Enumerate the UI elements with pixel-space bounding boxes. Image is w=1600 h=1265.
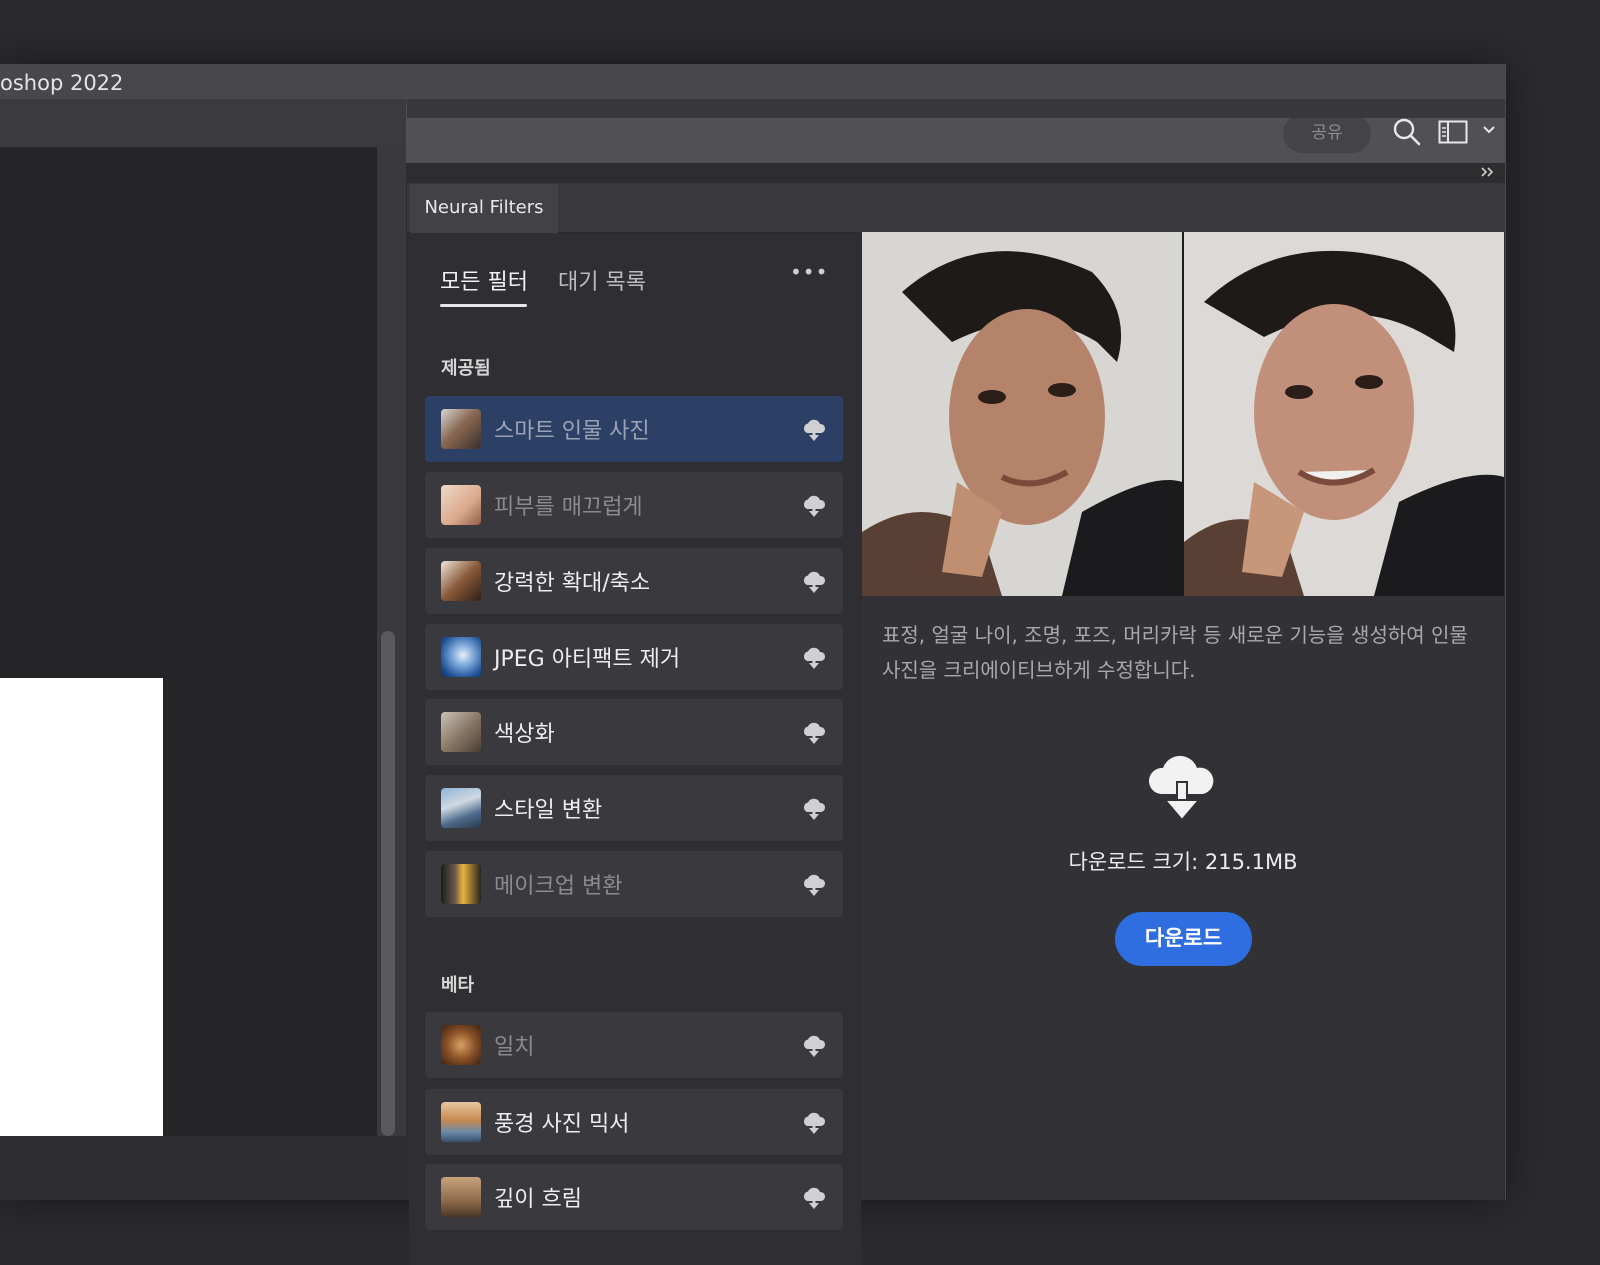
section-featured: 제공됨	[441, 358, 491, 379]
filter-item[interactable]: 스타일 변환	[425, 775, 843, 841]
more-options-icon[interactable]: •••	[790, 260, 828, 284]
landscape-thumb-icon	[441, 1102, 481, 1142]
filter-item[interactable]: JPEG 아티팩트 제거	[425, 624, 843, 690]
download-button[interactable]: 다운로드	[1115, 912, 1252, 966]
cloud-download-icon[interactable]	[801, 721, 827, 745]
filter-item[interactable]: 일치	[425, 1012, 843, 1078]
document-tab-bar	[0, 99, 406, 147]
jpeg-thumb-icon	[441, 637, 481, 677]
filter-label: 깊이 흐림	[494, 1187, 582, 1212]
cloud-download-icon[interactable]	[801, 1186, 827, 1210]
cloud-download-icon[interactable]	[801, 1034, 827, 1058]
filter-item[interactable]: 강력한 확대/축소	[425, 548, 843, 614]
portrait-after-image	[1184, 232, 1504, 596]
filter-item[interactable]: 스마트 인물 사진	[425, 396, 843, 462]
document-canvas[interactable]	[0, 678, 163, 1136]
filter-description: 표정, 얼굴 나이, 조명, 포즈, 머리카락 등 새로운 기능을 생성하여 인…	[882, 623, 1468, 682]
panel-tabstrip	[407, 183, 1505, 233]
filter-item[interactable]: 깊이 흐림	[425, 1164, 843, 1230]
workspace-layout-icon[interactable]	[1438, 120, 1468, 144]
before-preview-image	[862, 232, 1182, 596]
filter-item[interactable]: 색상화	[425, 699, 843, 765]
colorize-thumb-icon	[441, 712, 481, 752]
filter-label: 풍경 사진 믹서	[494, 1112, 630, 1137]
filter-item[interactable]: 풍경 사진 믹서	[425, 1089, 843, 1155]
cloud-download-icon[interactable]	[801, 873, 827, 897]
filter-label: 일치	[494, 1035, 535, 1060]
share-button[interactable]: 공유	[1283, 114, 1371, 153]
window-title: oshop 2022	[0, 71, 124, 95]
after-preview-image	[1184, 232, 1504, 596]
filter-label: 색상화	[494, 722, 555, 747]
cloud-download-icon[interactable]	[801, 418, 827, 442]
tab-neural-filters[interactable]: Neural Filters	[410, 184, 558, 233]
portrait-before-image	[862, 232, 1182, 596]
search-icon[interactable]	[1392, 117, 1422, 147]
match-thumb-icon	[441, 1025, 481, 1065]
tab-all-filters[interactable]: 모든 필터	[440, 264, 528, 296]
chevron-down-icon[interactable]	[1482, 123, 1496, 137]
skin-thumb-icon	[441, 485, 481, 525]
cloud-download-icon[interactable]	[801, 494, 827, 518]
scrollbar-thumb[interactable]	[381, 631, 395, 1136]
style-thumb-icon	[441, 788, 481, 828]
download-size-label: 다운로드 크기: 215.1MB	[1068, 850, 1298, 874]
canvas-area[interactable]	[0, 147, 377, 1136]
cloud-download-large-icon	[1148, 755, 1214, 822]
cloud-download-icon[interactable]	[801, 1111, 827, 1135]
filter-item[interactable]: 피부를 매끄럽게	[425, 472, 843, 538]
filter-label: 강력한 확대/축소	[494, 571, 651, 596]
collapse-panel-icon[interactable]	[1480, 166, 1494, 178]
cloud-download-icon[interactable]	[801, 797, 827, 821]
filter-label: JPEG 아티팩트 제거	[494, 647, 681, 672]
active-tab-underline	[440, 304, 527, 307]
cloud-download-icon[interactable]	[801, 646, 827, 670]
depth-thumb-icon	[441, 1177, 481, 1217]
cloud-download-icon[interactable]	[801, 570, 827, 594]
section-beta: 베타	[441, 975, 475, 996]
filter-label: 스타일 변환	[494, 798, 603, 823]
portrait-thumb-icon	[441, 409, 481, 449]
filter-label: 피부를 매끄럽게	[494, 495, 643, 520]
makeup-thumb-icon	[441, 864, 481, 904]
tab-waitlist[interactable]: 대기 목록	[558, 264, 646, 296]
filter-item[interactable]: 메이크업 변환	[425, 851, 843, 917]
title-bar: oshop 2022	[0, 64, 1505, 103]
panel-header	[407, 99, 1505, 118]
filter-label: 메이크업 변환	[494, 874, 623, 899]
zoom-thumb-icon	[441, 561, 481, 601]
filter-label: 스마트 인물 사진	[494, 419, 650, 444]
